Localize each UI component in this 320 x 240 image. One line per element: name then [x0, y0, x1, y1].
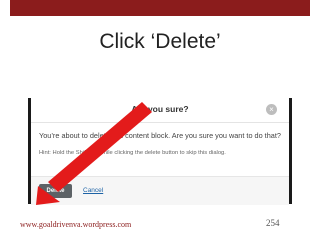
slide-title: Click ‘Delete’ — [99, 30, 221, 53]
close-icon[interactable]: × — [266, 104, 277, 115]
dialog-message: You’re about to delete this content bloc… — [39, 131, 281, 140]
dialog-hint: Hint: Hold the Shift key while clicking … — [39, 150, 226, 156]
top-accent-band — [10, 0, 310, 16]
dialog-header: Are you sure? × — [31, 98, 289, 123]
dialog-title: Are you sure? — [131, 104, 189, 114]
dialog-button-row: Delete Cancel — [31, 176, 289, 205]
delete-button[interactable]: Delete — [39, 184, 72, 198]
confirm-dialog: Are you sure? × You’re about to delete t… — [28, 98, 292, 205]
footer-website: www.goaldrivenva.wordpress.com — [20, 220, 132, 229]
cancel-link[interactable]: Cancel — [83, 187, 103, 194]
slide: Click ‘Delete’ Are you sure? × You’re ab… — [0, 0, 320, 240]
page-number: 254 — [266, 218, 280, 228]
